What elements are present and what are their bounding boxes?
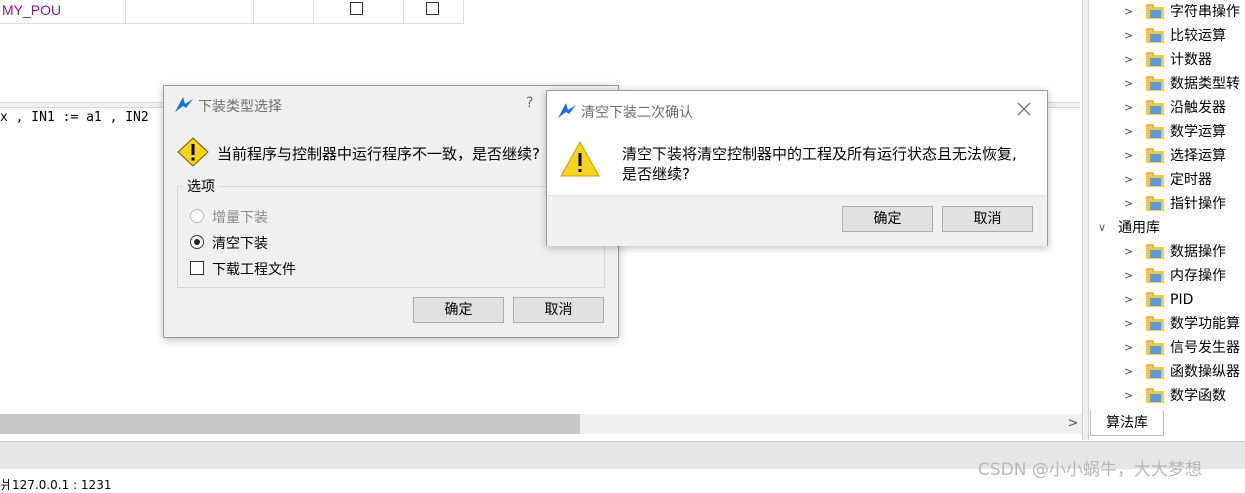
folder-icon: [1146, 4, 1164, 19]
clear-download-confirm-dialog: 清空下装二次确认 清空下装将清空控制器中的工程及所有运行状态且无法恢复, 是否继…: [546, 90, 1048, 246]
close-icon[interactable]: [1017, 102, 1031, 116]
folder-icon: [1146, 364, 1164, 379]
tree-item-label: PID: [1170, 292, 1194, 308]
variable-table-row: MY_POU: [0, 0, 464, 24]
tree-item-label: 字符串操作: [1170, 4, 1240, 20]
code-line[interactable]: x , IN1 := a1 , IN2: [0, 110, 149, 125]
warning-icon: [560, 140, 600, 177]
tree-item-label: 数学函数: [1170, 388, 1226, 404]
pou-name-cell[interactable]: MY_POU: [0, 0, 126, 23]
tree-item-label: 信号发生器: [1170, 340, 1240, 356]
tree-item-label: 数据操作: [1170, 244, 1226, 260]
tree-item-label: 计数器: [1170, 52, 1212, 68]
folder-icon: [1146, 52, 1164, 67]
tree-item-label: 指针操作: [1170, 196, 1226, 212]
tree-item-label: 数学功能算: [1170, 316, 1240, 332]
tree-group-label: 通用库: [1118, 220, 1160, 236]
folder-icon: [1146, 316, 1164, 331]
folder-icon: [1146, 340, 1164, 355]
chevron-right-icon[interactable]: >: [1124, 312, 1138, 336]
chevron-right-icon[interactable]: >: [1124, 168, 1138, 192]
folder-icon: [1146, 100, 1164, 115]
ok-button[interactable]: 确定: [413, 297, 504, 323]
help-button[interactable]: ?: [526, 95, 533, 111]
tree-item-label: 选择运算: [1170, 148, 1226, 164]
watermark: CSDN @小小蜗牛，大大梦想: [978, 460, 1202, 480]
cancel-button[interactable]: 取消: [942, 206, 1033, 232]
tree-item-label: 内存操作: [1170, 268, 1226, 284]
download-project-label: 下载工程文件: [212, 262, 296, 278]
folder-icon: [1146, 292, 1164, 307]
tree-item-label: 数据类型转: [1170, 76, 1240, 92]
folder-icon: [1146, 28, 1164, 43]
scrollbar-thumb[interactable]: [0, 414, 580, 434]
chevron-right-icon[interactable]: >: [1124, 72, 1138, 96]
warning-icon: [177, 137, 209, 167]
chevron-right-icon[interactable]: >: [1124, 96, 1138, 120]
chevron-right-icon[interactable]: >: [1124, 240, 1138, 264]
dialog-title: 清空下装二次确认: [581, 105, 693, 121]
chevron-right-icon[interactable]: >: [1124, 192, 1138, 216]
options-group-label: 选项: [184, 176, 218, 196]
tree-item-label: 定时器: [1170, 172, 1212, 188]
dialog-title: 下装类型选择: [198, 99, 282, 115]
dialog-message: 当前程序与控制器中运行程序不一致，是否继续?: [217, 145, 540, 163]
chevron-down-icon[interactable]: ∨: [1098, 216, 1112, 240]
incremental-download-label: 增量下装: [212, 210, 268, 226]
folder-icon: [1146, 76, 1164, 91]
tree-item-label: 数学运算: [1170, 124, 1226, 140]
download-project-checkbox[interactable]: [190, 261, 204, 275]
folder-icon: [1146, 268, 1164, 283]
folder-icon: [1146, 244, 1164, 259]
vertical-splitter[interactable]: [1082, 0, 1089, 440]
tree-item-label: 沿触发器: [1170, 100, 1226, 116]
app-logo-icon: [175, 97, 193, 112]
row-checkbox[interactable]: [426, 2, 439, 15]
row-checkbox[interactable]: [350, 2, 363, 15]
table-cell[interactable]: [404, 0, 464, 23]
chevron-right-icon[interactable]: >: [1124, 384, 1138, 408]
app-logo-icon: [558, 103, 576, 118]
folder-icon: [1146, 172, 1164, 187]
folder-icon: [1146, 196, 1164, 211]
chevron-right-icon[interactable]: >: [1124, 264, 1138, 288]
folder-icon: [1146, 124, 1164, 139]
incremental-download-radio[interactable]: [190, 209, 204, 223]
chevron-right-icon[interactable]: >: [1124, 336, 1138, 360]
ok-button[interactable]: 确定: [842, 206, 933, 232]
chevron-right-icon[interactable]: >: [1124, 24, 1138, 48]
table-cell[interactable]: [254, 0, 314, 23]
chevron-right-icon[interactable]: >: [1124, 120, 1138, 144]
pou-name: MY_POU: [2, 2, 62, 18]
table-cell[interactable]: [314, 0, 404, 23]
clear-download-label: 清空下装: [212, 236, 268, 252]
status-text: 爿127.0.0.1 : 1231: [0, 478, 112, 492]
library-tree: > 字符串操作 > 比较运算 > 计数器 > 数据类型转 > 沿触发器 > 数学运算 > 选择运算 > 定时器…: [1090, 0, 1245, 408]
tree-item-label: 函数操纵器: [1170, 364, 1240, 380]
confirm-message-line1: 清空下装将清空控制器中的工程及所有运行状态且无法恢复,: [622, 145, 1017, 163]
chevron-right-icon[interactable]: >: [1124, 144, 1138, 168]
table-cell[interactable]: [126, 0, 254, 23]
tree-item-label: 比较运算: [1170, 28, 1226, 44]
tab-algorithm-library[interactable]: 算法库: [1090, 410, 1164, 436]
chevron-right-icon[interactable]: >: [1124, 360, 1138, 384]
cancel-button[interactable]: 取消: [513, 297, 604, 323]
clear-download-radio[interactable]: [190, 235, 204, 249]
chevron-right-icon[interactable]: >: [1124, 48, 1138, 72]
confirm-message-line2: 是否继续?: [622, 165, 690, 183]
folder-icon: [1146, 388, 1164, 403]
chevron-right-icon[interactable]: >: [1124, 0, 1138, 24]
folder-icon: [1146, 148, 1164, 163]
chevron-right-icon[interactable]: >: [1124, 288, 1138, 312]
scroll-right-icon[interactable]: >: [1064, 414, 1082, 434]
